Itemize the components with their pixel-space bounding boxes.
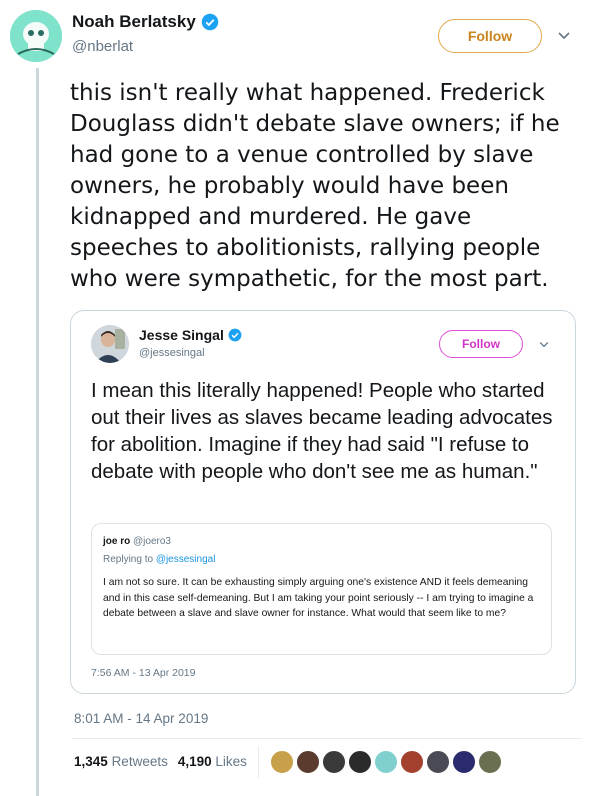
- stats-separator: [258, 746, 259, 778]
- retweets-count: 1,345: [74, 754, 108, 769]
- divider: [72, 738, 582, 739]
- author-name-row: Noah Berlatsky: [72, 12, 219, 32]
- quoted-author-handle[interactable]: @jessesingal: [139, 347, 205, 359]
- quoted-tweet[interactable]: Jesse Singal @jessesingal Follow I mean …: [70, 310, 576, 694]
- author-handle[interactable]: @nberlat: [72, 38, 133, 55]
- liker-avatar[interactable]: [478, 750, 502, 774]
- likes-label: Likes: [215, 754, 247, 769]
- liker-avatar[interactable]: [322, 750, 346, 774]
- quoted-author-avatar[interactable]: [91, 325, 129, 363]
- follow-button[interactable]: Follow: [438, 19, 542, 53]
- likes-stat[interactable]: 4,190 Likes: [178, 754, 247, 769]
- retweets-label: Retweets: [111, 754, 168, 769]
- liker-avatar[interactable]: [270, 750, 294, 774]
- reply-author-row: joe ro @joero3: [103, 536, 171, 547]
- reply-author-handle[interactable]: @joero3: [133, 536, 171, 547]
- verified-badge-icon: [201, 13, 219, 31]
- quoted-author-name[interactable]: Jesse Singal: [139, 327, 224, 343]
- liker-avatar[interactable]: [452, 750, 476, 774]
- tweet-stats: 1,345 Retweets 4,190 Likes: [74, 754, 247, 769]
- reply-text: I am not so sure. It can be exhausting s…: [103, 577, 534, 619]
- reply-author-name[interactable]: joe ro: [103, 536, 130, 547]
- verified-badge-icon: [228, 328, 242, 342]
- liker-avatar[interactable]: [426, 750, 450, 774]
- replying-to-link[interactable]: @jessesingal: [156, 554, 216, 565]
- chevron-down-icon[interactable]: [537, 337, 551, 351]
- chevron-down-icon[interactable]: [555, 26, 573, 44]
- author-avatar[interactable]: [10, 10, 62, 62]
- liker-avatar[interactable]: [348, 750, 372, 774]
- quoted-tweet-text: I mean this literally happened! People w…: [91, 379, 553, 483]
- liker-avatar[interactable]: [374, 750, 398, 774]
- person-avatar-icon: [91, 325, 129, 363]
- quoted-follow-button[interactable]: Follow: [439, 330, 523, 358]
- replying-to-line: Replying to @jessesingal: [103, 554, 215, 565]
- liker-avatar[interactable]: [400, 750, 424, 774]
- quoted-name-row: Jesse Singal: [139, 327, 242, 343]
- liker-avatars: [270, 750, 504, 774]
- thread-line: [36, 68, 39, 796]
- replying-to-prefix: Replying to: [103, 554, 154, 565]
- liker-avatar[interactable]: [296, 750, 320, 774]
- tweet-text: this isn't really what happened. Frederi…: [70, 80, 560, 292]
- retweets-stat[interactable]: 1,345 Retweets: [74, 754, 168, 769]
- tweet-timestamp[interactable]: 8:01 AM - 14 Apr 2019: [74, 711, 208, 726]
- quoted-timestamp[interactable]: 7:56 AM - 13 Apr 2019: [91, 667, 196, 679]
- nested-quoted-reply[interactable]: joe ro @joero3 Replying to @jessesingal …: [91, 523, 552, 655]
- likes-count: 4,190: [177, 754, 212, 769]
- skull-avatar-icon: [10, 10, 62, 62]
- author-name[interactable]: Noah Berlatsky: [72, 12, 196, 32]
